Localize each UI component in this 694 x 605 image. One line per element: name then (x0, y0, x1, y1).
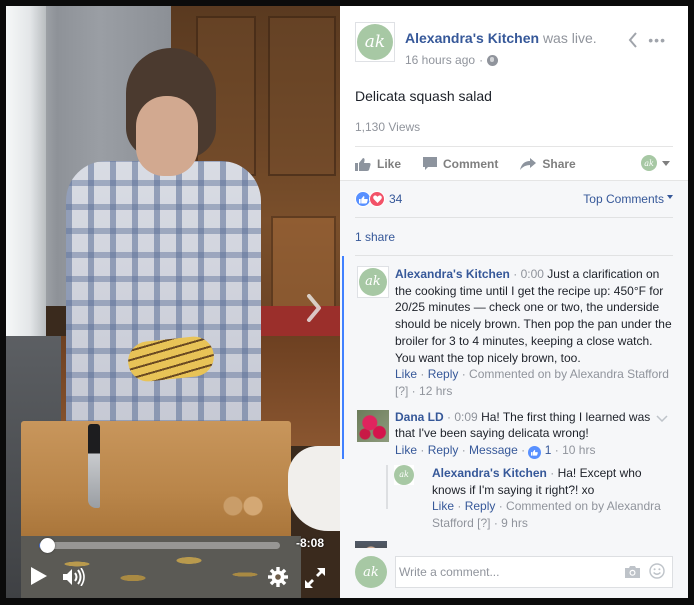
ak-logo: ak (359, 268, 387, 296)
commenter-avatar[interactable]: ak (357, 266, 389, 298)
play-icon[interactable] (30, 566, 48, 586)
time-remaining: -8:08 (296, 536, 325, 550)
chevron-right-icon[interactable] (306, 294, 322, 322)
video-frame (6, 6, 340, 598)
commented-by: Commented on by Alexandra Stafford (469, 367, 669, 382)
comment-age[interactable]: 9 hrs (501, 516, 528, 530)
comment-button[interactable]: Comment (423, 157, 498, 171)
page-avatar[interactable]: ak (355, 22, 395, 62)
share-button[interactable]: Share (520, 156, 576, 171)
comment-reply-link[interactable]: Reply (428, 367, 459, 381)
commenter-avatar[interactable]: ak (394, 465, 414, 486)
caret-down-icon (667, 195, 673, 199)
comment-sort-dropdown[interactable]: Top Comments (583, 192, 673, 206)
comment-like-link[interactable]: Like (432, 499, 454, 513)
gear-icon[interactable] (268, 567, 288, 587)
like-button[interactable]: Like (355, 157, 401, 171)
help-link[interactable]: [?] (477, 516, 490, 530)
comment-item: ak Alexandra's Kitchen · 0:00 Just a cla… (344, 256, 688, 400)
page-avatar-small: ak (641, 155, 657, 171)
header-controls: ••• (628, 32, 666, 48)
action-bar: Like Comment Share ak (355, 146, 673, 180)
comment-item: Dana LD · 0:09 Ha! The first thing I lea… (344, 400, 688, 460)
comment-icon (423, 157, 438, 170)
author-line: Alexandra's Kitchen was live. (405, 30, 597, 46)
meta-separator: · (479, 53, 484, 67)
comment-message-link[interactable]: Message (469, 443, 518, 457)
help-link[interactable]: [?] (395, 384, 408, 398)
share-count-link[interactable]: 1 share (355, 218, 673, 256)
fullscreen-icon[interactable] (304, 567, 326, 589)
chevron-down-icon[interactable] (656, 410, 668, 427)
comment-list: ak Alexandra's Kitchen · 0:00 Just a cla… (340, 256, 688, 562)
ak-logo: ak (357, 24, 393, 60)
post-timestamp[interactable]: 16 hours ago (405, 53, 475, 67)
video-timestamp-link[interactable]: 0:09 (454, 410, 477, 424)
thumbs-up-icon (355, 157, 371, 171)
comment-thread-highlighted: ak Alexandra's Kitchen · 0:00 Just a cla… (342, 256, 688, 460)
comment-sort-label: Top Comments (583, 192, 664, 206)
commenter-avatar[interactable] (357, 409, 389, 442)
comment-body: Dana LD · 0:09 Ha! The first thing I lea… (395, 409, 651, 441)
post-panel: ak Alexandra's Kitchen was live. 16 hour… (340, 6, 688, 598)
comment-actions: Like · Reply · Commented on by Alexandra… (395, 367, 669, 398)
comment-body: Alexandra's Kitchen · Ha! Except who kno… (432, 466, 642, 497)
my-avatar: ak (355, 556, 387, 588)
comment-like-link[interactable]: Like (395, 443, 417, 457)
commenter-name[interactable]: Alexandra's Kitchen (432, 466, 547, 480)
volume-icon[interactable] (62, 568, 86, 586)
commenter-name[interactable]: Dana LD (395, 410, 444, 424)
commenter-name[interactable]: Alexandra's Kitchen (395, 267, 510, 281)
comment-label: Comment (443, 156, 499, 171)
live-video-viewer: -8:08 ak Alexandra's Kitchen was live. 1… (0, 0, 694, 605)
page-name-link[interactable]: Alexandra's Kitchen (405, 30, 539, 46)
caret-down-icon (662, 160, 670, 166)
reply-thread: ak Alexandra's Kitchen · Ha! Except who … (369, 459, 688, 532)
seek-bar[interactable] (39, 538, 280, 553)
comment-like-count[interactable]: 1 (545, 443, 552, 457)
ak-logo: ak (394, 465, 414, 486)
reply-item: ak Alexandra's Kitchen · Ha! Except who … (369, 459, 688, 532)
comment-actions: Like · Reply · Message · 1 · 10 hrs (395, 443, 596, 460)
comment-composer: ak (340, 548, 688, 598)
comment-age[interactable]: 12 hrs (419, 384, 452, 398)
post-as-selector[interactable]: ak (641, 155, 670, 171)
globe-icon[interactable] (487, 54, 499, 66)
reactions-row: 34 Top Comments (355, 181, 673, 218)
like-reaction-icon (528, 446, 542, 460)
share-icon (520, 157, 537, 170)
comment-text: Just a clarification on the cooking time… (395, 267, 672, 365)
live-status: was live. (542, 30, 597, 46)
comment-actions: Like · Reply · Commented on by Alexandra… (432, 499, 661, 531)
comment-age[interactable]: 10 hrs (562, 443, 595, 457)
more-options-icon[interactable]: ••• (648, 33, 666, 47)
video-player[interactable]: -8:08 (6, 6, 340, 598)
like-label: Like (377, 156, 402, 171)
comment-reply-link[interactable]: Reply (428, 443, 459, 457)
video-timestamp-link[interactable]: 0:00 (521, 267, 544, 281)
view-count: 1,130 Views (355, 120, 421, 134)
post-meta: 16 hours ago · (405, 53, 499, 67)
post-title: Delicata squash salad (355, 88, 492, 104)
comment-reply-link[interactable]: Reply (465, 499, 496, 513)
ak-logo: ak (355, 556, 387, 588)
love-reaction-icon[interactable] (369, 191, 385, 207)
feedback-section: 34 Top Comments 1 share ak Alexandra's K… (340, 180, 688, 598)
comment-like-link[interactable]: Like (395, 367, 417, 381)
reaction-count[interactable]: 34 (389, 192, 402, 206)
share-label: Share (542, 156, 576, 171)
comment-body: Alexandra's Kitchen · 0:00 Just a clarif… (395, 267, 672, 365)
post-header: ak Alexandra's Kitchen was live. 16 hour… (340, 6, 688, 146)
chevron-left-icon[interactable] (628, 32, 638, 48)
emoji-icon[interactable] (649, 563, 665, 584)
camera-icon[interactable] (625, 565, 640, 583)
